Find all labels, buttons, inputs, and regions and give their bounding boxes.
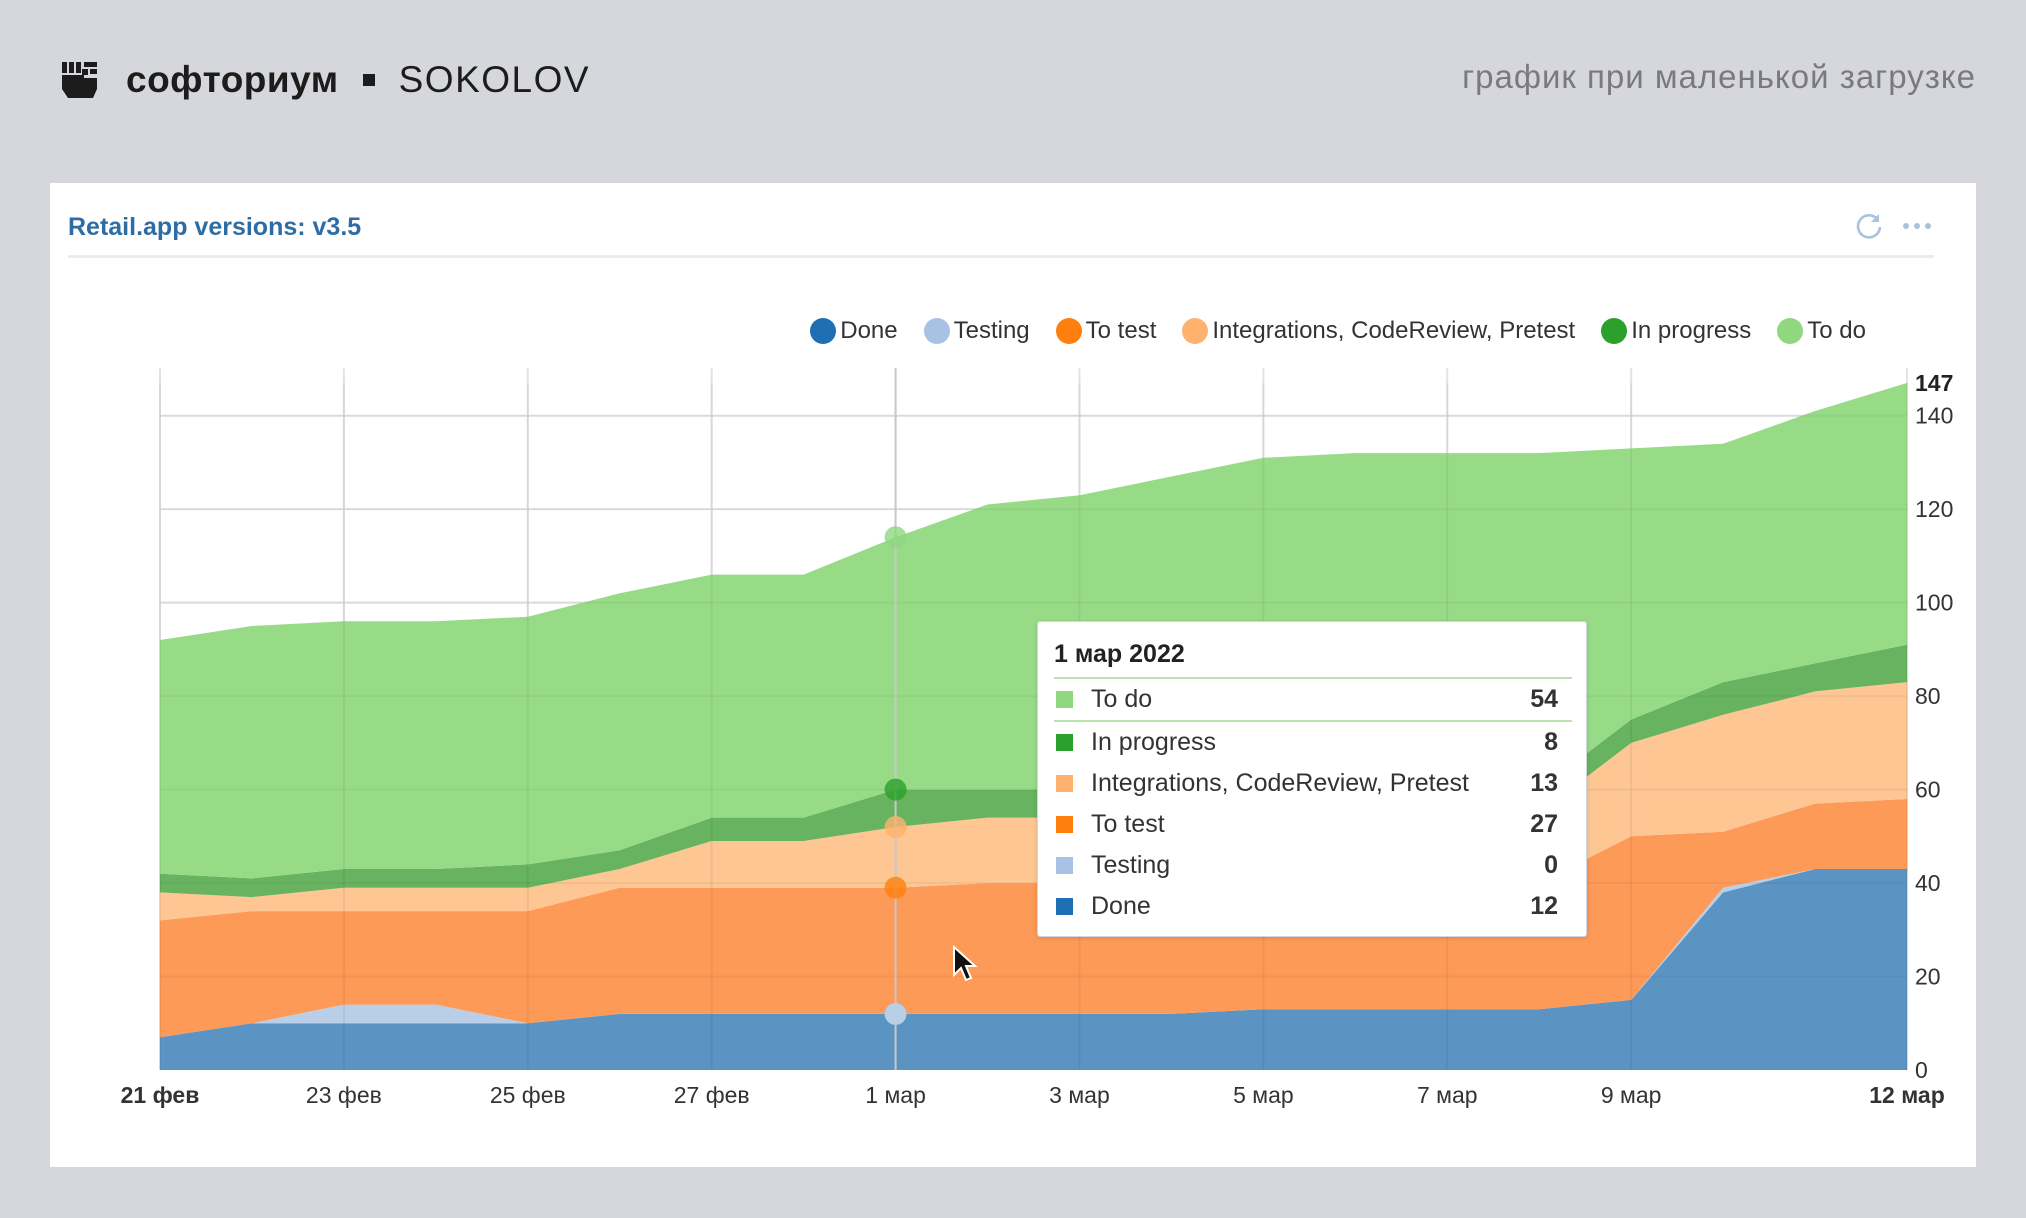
tooltip-row: Integrations, CodeReview, Pretest 13 (1054, 763, 1572, 804)
y-tick-label: 0 (1915, 1057, 1928, 1083)
x-tick-label: 12 мар (1869, 1082, 1945, 1108)
x-tick-label: 5 мар (1233, 1082, 1294, 1108)
tooltip-value: 13 (1530, 769, 1558, 797)
tooltip-row: In progress 8 (1054, 722, 1572, 763)
tooltip-row: Done 12 (1054, 886, 1572, 927)
brand-partner: SOKOLOV (398, 59, 591, 100)
y-max-label: 147 (1915, 370, 1953, 396)
tooltip-value: 27 (1530, 810, 1558, 838)
tooltip-date: 1 мар 2022 (1054, 640, 1185, 668)
hover-marker (884, 876, 907, 899)
tooltip-value: 0 (1544, 851, 1558, 879)
hover-marker (884, 1002, 907, 1025)
tooltip-label: To do (1091, 685, 1153, 713)
y-tick-label: 40 (1915, 870, 1941, 896)
y-tick-label: 60 (1915, 777, 1941, 803)
tooltip-label: Done (1091, 892, 1151, 920)
stacked-area-chart: 21 фев 23 фев 25 фев 27 фев 1 мар 3 мар 5 мар 7… (121, 368, 1953, 1108)
hover-marker (884, 815, 907, 838)
x-tick-label: 27 фев (674, 1082, 750, 1108)
fist-icon (62, 62, 97, 98)
x-tick-label: 7 мар (1417, 1082, 1478, 1108)
y-tick-label: 120 (1915, 496, 1953, 522)
tooltip-swatch-icon (1056, 816, 1073, 833)
y-tick-label: 20 (1915, 964, 1941, 990)
brand-name: софториум (126, 59, 339, 100)
tooltip-label: To test (1091, 810, 1165, 838)
brand: софториум SOKOLOV (60, 56, 590, 104)
x-tick-label: 1 мар (865, 1082, 926, 1108)
tooltip-value: 54 (1530, 685, 1558, 713)
tooltip-label: Integrations, CodeReview, Pretest (1091, 769, 1469, 797)
page-caption: график при маленькой загрузке (1462, 58, 1976, 95)
x-tick-label: 21 фев (121, 1082, 200, 1108)
hover-marker (884, 526, 907, 549)
y-tick-label: 80 (1915, 683, 1941, 709)
tooltip-swatch-icon (1056, 691, 1073, 708)
tooltip-value: 12 (1530, 892, 1558, 920)
chart-tooltip: 1 мар 2022 To do 54 In progress 8 Integratio… (1037, 621, 1587, 937)
tooltip-label: Testing (1091, 851, 1171, 879)
tooltip-row: To do 54 (1054, 677, 1572, 722)
y-tick-label: 100 (1915, 590, 1953, 616)
tooltip-swatch-icon (1056, 898, 1073, 915)
tooltip-row: Testing 0 (1054, 845, 1572, 886)
tooltip-row: To test 27 (1054, 804, 1572, 845)
brand-separator (362, 74, 375, 86)
x-tick-label: 9 мар (1601, 1082, 1662, 1108)
tooltip-swatch-icon (1056, 857, 1073, 874)
x-tick-label: 25 фев (490, 1082, 566, 1108)
tooltip-swatch-icon (1056, 775, 1073, 792)
x-tick-label: 23 фев (306, 1082, 382, 1108)
y-tick-label: 140 (1915, 403, 1953, 429)
hover-marker (884, 778, 907, 801)
x-tick-label: 3 мар (1049, 1082, 1110, 1108)
tooltip-rows: To do 54 In progress 8 Integrations, CodeRev… (1054, 677, 1572, 927)
chart-card: Retail.app versions: v3.5 Done Testing To … (50, 183, 1976, 1167)
mouse-pointer-icon (953, 945, 978, 982)
tooltip-value: 8 (1544, 728, 1558, 756)
tooltip-swatch-icon (1056, 734, 1073, 751)
tooltip-label: In progress (1091, 728, 1217, 756)
